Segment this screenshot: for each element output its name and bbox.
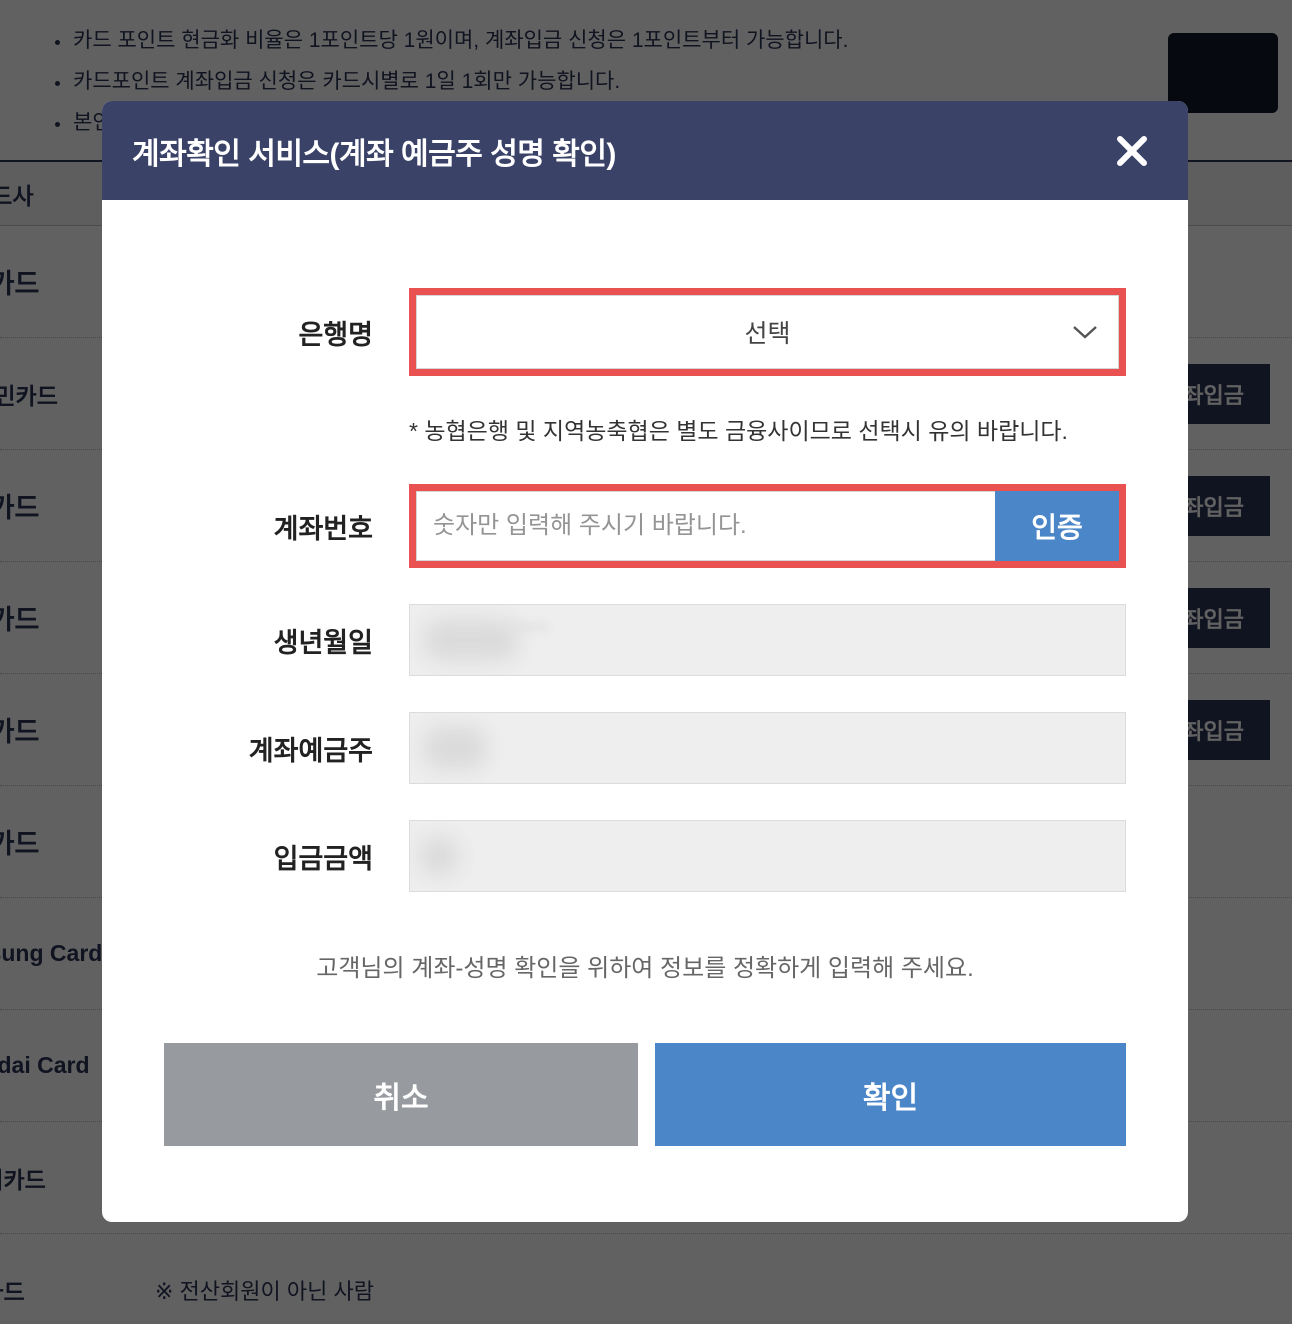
confirm-button[interactable]: 확인 [655,1043,1126,1146]
birthdate-row: 생년월일 [164,604,1126,676]
close-icon [1117,135,1147,166]
account-input-highlight: 인증 [409,484,1126,568]
deposit-amount-row: 입금금액 [164,820,1126,892]
account-verification-modal: 계좌확인 서비스(계좌 예금주 성명 확인) 은행명 선택 * 농협은행 및 지… [102,101,1188,1222]
account-holder-label: 계좌예금주 [248,735,373,766]
redacted-value [424,620,518,660]
bank-select-value: 선택 [744,320,791,348]
modal-body: 은행명 선택 * 농협은행 및 지역농축협은 별도 금융사이므로 선택시 유의 … [102,200,1188,1222]
birthdate-field [409,604,1126,676]
account-holder-row: 계좌예금주 [164,712,1126,784]
bank-name-label: 은행명 [298,319,373,350]
deposit-amount-label: 입금금액 [273,843,373,874]
redacted-value [420,837,458,875]
redacted-value [424,727,486,769]
account-number-label: 계좌번호 [273,513,373,544]
birthdate-label: 생년월일 [273,627,373,658]
account-number-row: 계좌번호 인증 [164,484,1126,568]
bank-note: * 농협은행 및 지역농축협은 별도 금융사이므로 선택시 유의 바랍니다. [409,418,1068,444]
account-holder-field [409,712,1126,784]
chevron-down-icon [1072,324,1098,340]
cancel-button[interactable]: 취소 [164,1043,638,1146]
bank-name-row: 은행명 선택 [164,288,1126,376]
modal-actions: 취소 확인 [164,1043,1126,1146]
deposit-amount-field [409,820,1126,892]
bank-select[interactable]: 선택 [416,295,1119,369]
bank-select-highlight: 선택 [409,288,1126,376]
verify-button[interactable]: 인증 [995,491,1119,561]
modal-title: 계좌확인 서비스(계좌 예금주 성명 확인) [132,137,616,171]
helper-text: 고객님의 계좌-성명 확인을 위하여 정보를 정확하게 입력해 주세요. [316,955,974,982]
modal-header: 계좌확인 서비스(계좌 예금주 성명 확인) [102,101,1188,200]
close-button[interactable] [1106,125,1158,177]
redacted-value-secondary [506,623,550,631]
account-number-input[interactable] [416,491,995,561]
